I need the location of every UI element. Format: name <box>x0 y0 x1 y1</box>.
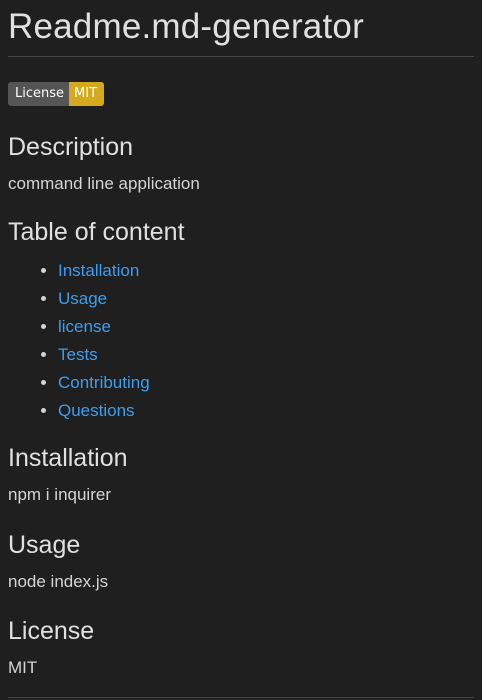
title-divider <box>8 56 474 57</box>
usage-text: node index.js <box>8 572 109 591</box>
toc-item-contributing: Contributing <box>58 369 474 397</box>
toc-link-installation[interactable]: Installation <box>58 261 139 280</box>
toc-list: Installation Usage license Tests Contrib… <box>8 257 474 425</box>
toc-link-license[interactable]: license <box>58 317 111 336</box>
toc-item-installation: Installation <box>58 257 474 285</box>
toc-item-license: license <box>58 313 474 341</box>
license-text: MIT <box>8 658 38 677</box>
toc-item-questions: Questions <box>58 397 474 425</box>
installation-text: npm i inquirer <box>8 485 111 504</box>
usage-heading: Usage <box>8 531 81 559</box>
toc-link-contributing[interactable]: Contributing <box>58 373 150 392</box>
installation-heading: Installation <box>8 444 128 472</box>
section-divider <box>8 697 474 698</box>
description-heading: Description <box>8 133 134 161</box>
license-badge-value: MIT <box>69 82 105 106</box>
toc-link-tests[interactable]: Tests <box>58 345 98 364</box>
page-title: Readme.md-generator <box>8 7 364 46</box>
toc-item-usage: Usage <box>58 285 474 313</box>
toc-item-tests: Tests <box>58 341 474 369</box>
license-badge: License MIT <box>8 82 105 106</box>
toc-link-usage[interactable]: Usage <box>58 289 107 308</box>
license-badge-label: License <box>8 82 70 106</box>
description-text: command line application <box>8 174 200 193</box>
toc-heading: Table of content <box>8 218 185 246</box>
toc-link-questions[interactable]: Questions <box>58 401 135 420</box>
markdown-preview: Readme.md-generator License MIT Descript… <box>0 0 482 679</box>
license-heading: License <box>8 617 95 645</box>
